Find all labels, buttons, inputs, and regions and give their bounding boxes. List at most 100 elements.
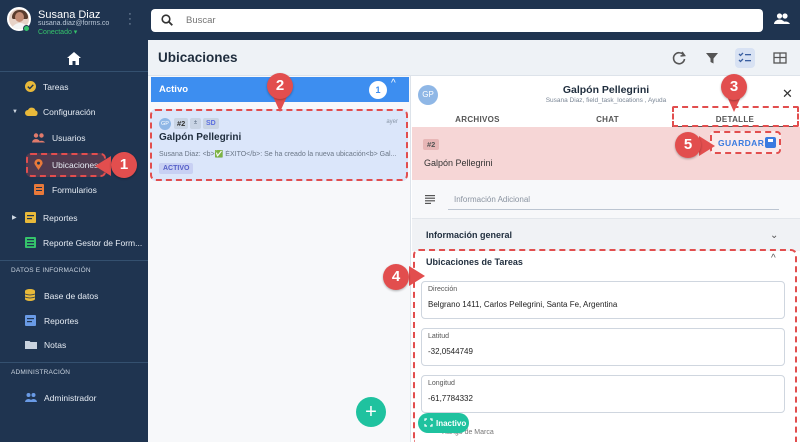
sidebar-item-configuracion[interactable]: ▼ Configuración xyxy=(0,102,148,122)
save-icon xyxy=(765,137,776,148)
detail-name: Galpón Pellegrini xyxy=(424,158,493,168)
page-title: Ubicaciones xyxy=(158,50,238,65)
location-pin-icon xyxy=(34,159,43,170)
section-heading-data: DATOS E INFORMACIÓN xyxy=(11,267,91,274)
sidebar-item-label: Administrador xyxy=(44,393,97,403)
sidebar-item-usuarios[interactable]: Usuarios xyxy=(0,128,148,148)
home-bar xyxy=(0,44,148,72)
people-icon[interactable] xyxy=(774,11,790,27)
more-vert-icon[interactable]: · · · xyxy=(126,9,134,30)
callout-5: 5 xyxy=(675,132,701,158)
section-heading-admin: ADMINISTRACIÓN xyxy=(11,369,71,376)
task-locations-label: Ubicaciones de Tareas xyxy=(426,257,523,267)
sidebar-item-label: Tareas xyxy=(43,82,69,92)
callout-4: 4 xyxy=(383,264,409,290)
user-email: susana.diaz@forms.co xyxy=(38,20,110,27)
item-id-badge: #2 xyxy=(174,118,189,129)
refresh-icon[interactable] xyxy=(669,48,689,68)
plus-icon: + xyxy=(365,401,377,423)
checklist-icon xyxy=(738,52,751,63)
search-bar[interactable] xyxy=(151,9,763,32)
list-item[interactable]: GP #2 ± SD ayer Galpón Pellegrini Susana… xyxy=(150,109,408,181)
sidebar-item-tareas[interactable]: Tareas xyxy=(0,77,148,97)
address-field[interactable]: Dirección Belgrano 1411, Carlos Pellegri… xyxy=(421,281,785,319)
item-title: Galpón Pellegrini xyxy=(159,132,242,143)
longitude-field[interactable]: Longitud -61,7784332 xyxy=(421,375,785,413)
checklist-view-button[interactable] xyxy=(735,48,755,68)
field-label: Latitud xyxy=(428,333,450,340)
field-value: -32,0544749 xyxy=(428,347,473,356)
save-button[interactable]: GUARDAR xyxy=(710,131,781,154)
user-panel[interactable]: Susana Diaz susana.diaz@forms.co Conecta… xyxy=(0,0,148,44)
detail-id-badge: #2 xyxy=(423,139,440,150)
set-inactive-button[interactable]: Inactivo xyxy=(418,413,469,433)
sidebar-item-label: Reportes xyxy=(44,316,79,326)
general-info-label: Información general xyxy=(426,230,513,240)
sidebar-item-administrador[interactable]: Administrador xyxy=(0,388,148,408)
chevron-up-icon[interactable]: ^ xyxy=(771,253,776,264)
item-avatar: GP xyxy=(159,118,171,130)
sidebar-item-reporte-gestor[interactable]: Reporte Gestor de Form... xyxy=(0,233,148,253)
sidebar-item-notas[interactable]: Notas xyxy=(0,335,148,355)
notes-icon xyxy=(425,195,435,204)
group-label: Activo xyxy=(159,84,189,95)
sidebar-item-label: Base de datos xyxy=(44,291,99,301)
latitude-field[interactable]: Latitud -32,0544749 xyxy=(421,328,785,366)
group-count-badge: 1 xyxy=(369,81,387,99)
sidebar-item-base-de-datos[interactable]: Base de datos xyxy=(0,286,148,306)
callout-2: 2 xyxy=(267,73,293,99)
field-label: Dirección xyxy=(428,286,458,293)
sidebar-divider xyxy=(0,260,148,261)
home-icon[interactable] xyxy=(67,52,81,65)
sidebar-item-label: Reporte Gestor de Form... xyxy=(43,238,143,248)
search-icon xyxy=(161,14,173,26)
sidebar-item-label: Ubicaciones xyxy=(52,160,99,170)
toggle-status-icon xyxy=(424,418,433,427)
field-label: Longitud xyxy=(428,380,455,387)
sidebar-divider xyxy=(0,362,148,363)
sidebar-item-data-reportes[interactable]: Reportes xyxy=(0,311,148,331)
field-value: -61,7784332 xyxy=(428,394,473,403)
cloud-icon xyxy=(25,107,38,116)
add-button[interactable]: + xyxy=(356,397,386,427)
database-icon xyxy=(25,289,35,301)
report-icon xyxy=(25,212,36,223)
user-status[interactable]: Conectado ▾ xyxy=(38,28,77,36)
online-status-icon xyxy=(23,25,30,32)
check-circle-icon xyxy=(25,81,36,92)
table-view-icon[interactable] xyxy=(770,48,790,68)
sidebar-item-formularios[interactable]: Formularios xyxy=(0,180,148,200)
table-report-icon xyxy=(25,237,36,248)
filter-icon[interactable] xyxy=(702,48,722,68)
assignee-badge: SD xyxy=(203,118,219,129)
priority-icon: ± xyxy=(190,118,201,129)
sidebar-item-label: Notas xyxy=(44,340,67,350)
sidebar-item-label: Configuración xyxy=(43,107,96,117)
tab-archivos[interactable]: ARCHIVOS xyxy=(430,115,525,124)
chevron-right-icon: ▶ xyxy=(12,215,17,221)
inactive-label: Inactivo xyxy=(436,419,467,428)
group-icon xyxy=(32,133,45,143)
status-badge: ACTIVO xyxy=(159,163,194,174)
callout-3: 3 xyxy=(721,74,747,100)
chevron-down-icon[interactable]: ⌄ xyxy=(770,230,778,241)
sidebar-item-reportes[interactable]: ▶ Reportes xyxy=(0,208,148,228)
sidebar-item-label: Reportes xyxy=(43,213,78,223)
form-icon xyxy=(34,184,44,195)
chevron-up-icon[interactable]: ^ xyxy=(391,78,396,89)
folder-icon xyxy=(25,341,37,349)
field-value: Belgrano 1411, Carlos Pellegrini, Santa … xyxy=(428,300,618,309)
tab-chat[interactable]: CHAT xyxy=(560,115,655,124)
chevron-down-icon: ▼ xyxy=(12,109,18,115)
admin-group-icon xyxy=(25,393,37,402)
item-subtitle: Susana Diaz: <b>✅ ÉXITO</b>: Se ha cread… xyxy=(159,151,397,158)
callout-1: 1 xyxy=(111,152,137,178)
save-label: GUARDAR xyxy=(718,138,765,148)
report-icon xyxy=(25,315,36,326)
search-input[interactable] xyxy=(186,13,746,28)
additional-info-placeholder: Información Adicional xyxy=(454,195,531,204)
sidebar-item-label: Usuarios xyxy=(52,133,86,143)
sidebar-item-label: Formularios xyxy=(52,185,97,195)
close-icon[interactable]: ✕ xyxy=(782,86,793,102)
additional-info-field[interactable]: Información Adicional xyxy=(448,187,779,210)
